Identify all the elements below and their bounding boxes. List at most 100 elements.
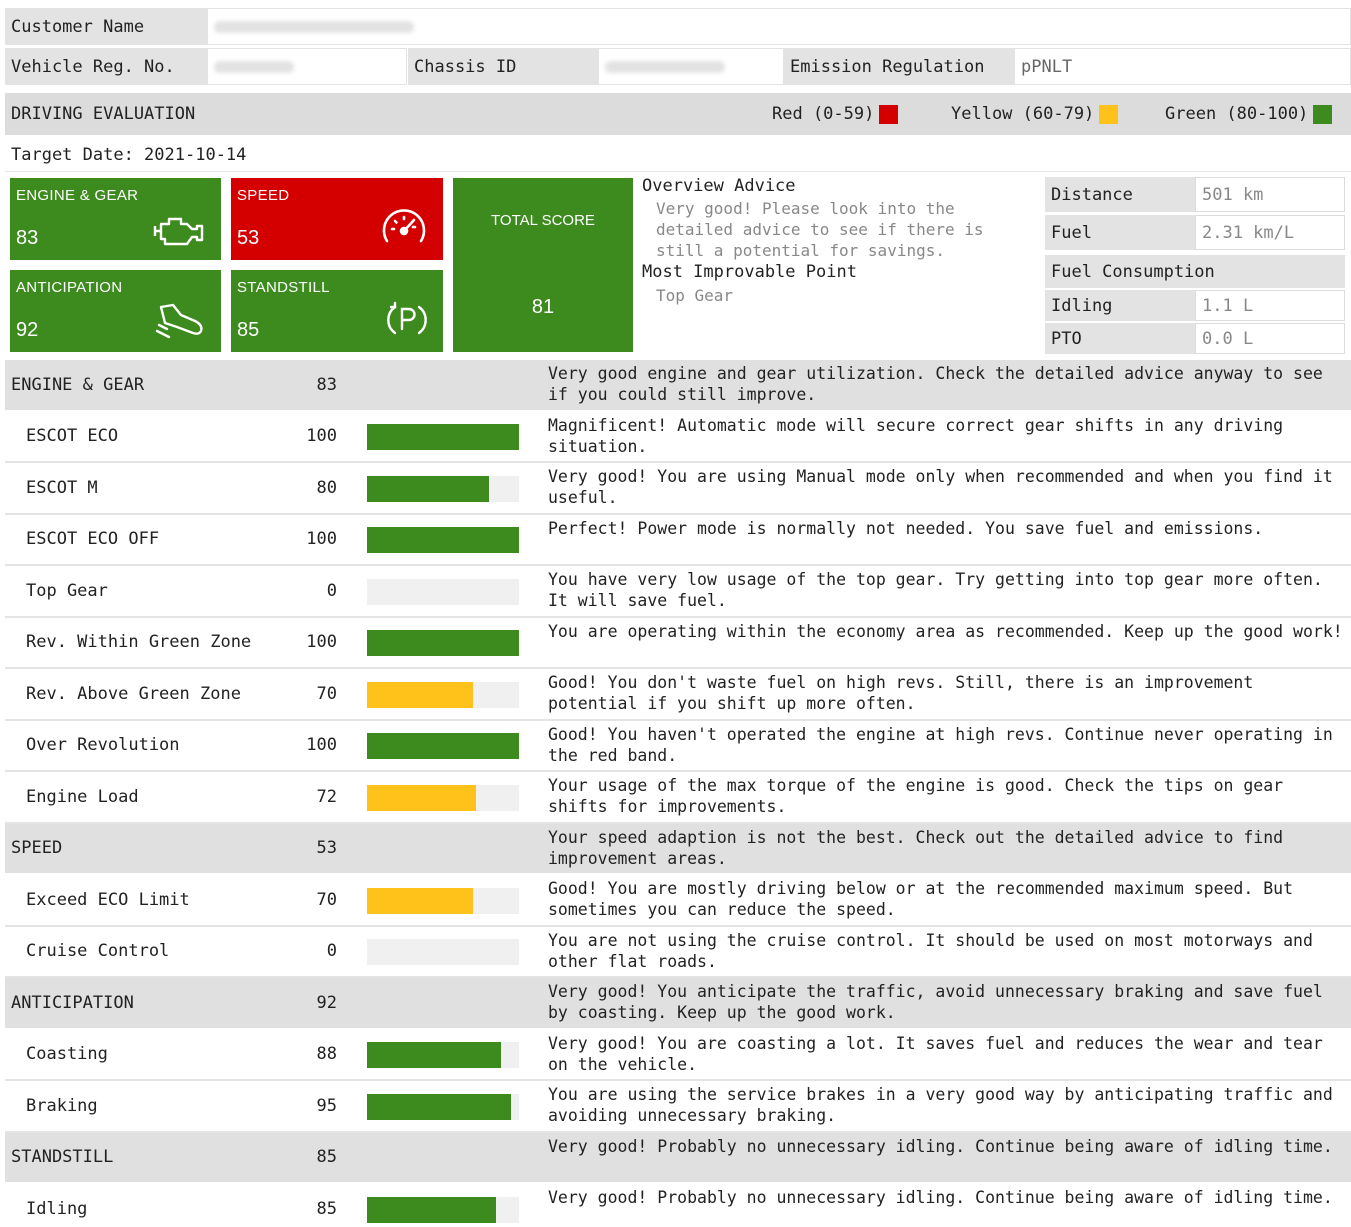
overview-advice-text: Very good! Please look into the detailed… [656, 199, 984, 260]
score-bar-fill [367, 1042, 501, 1069]
redacted-chassis-id [605, 60, 725, 73]
overview-advice-title: Overview Advice [642, 176, 796, 196]
row-score: 80 [316, 477, 337, 498]
tile-anticipation-label: ANTICIPATION [16, 279, 123, 296]
vehicle-reg-value [207, 48, 407, 85]
row-advice-text: Very good! You anticipate the traffic, a… [548, 982, 1323, 1022]
row-advice-text: Very good! Probably no unnecessary idlin… [548, 1136, 1333, 1156]
most-improvable-value: Top Gear [656, 286, 734, 305]
score-bar-fill [367, 1196, 496, 1223]
score-bar [367, 887, 519, 914]
tile-anticipation[interactable]: ANTICIPATION 92 [10, 270, 221, 352]
row-name: ANTICIPATION [11, 992, 134, 1013]
tile-engine-gear[interactable]: ENGINE & GEAR 83 [10, 178, 221, 260]
row-advice-text: Very good engine and gear utilization. C… [548, 364, 1323, 404]
redacted-customer-name [214, 20, 414, 33]
tile-standstill[interactable]: STANDSTILL 85 [231, 270, 443, 352]
score-bar-fill [367, 424, 519, 451]
detail-row: Braking 95 You are using the service brake… [5, 1081, 1351, 1133]
section-row: ANTICIPATION 92 Very good! You anticipate … [5, 978, 1351, 1030]
row-advice-text: Your usage of the max torque of the engi… [548, 776, 1284, 816]
row-name: ESCOT ECO [26, 426, 119, 447]
tile-speed[interactable]: SPEED 53 [231, 178, 443, 260]
row-score: 53 [316, 838, 337, 859]
score-bar [367, 1196, 519, 1223]
score-bar [367, 681, 519, 708]
score-bar [367, 527, 519, 554]
detail-row: Top Gear 0 You have very low usage of the … [5, 566, 1351, 618]
vehicle-reg-label: Vehicle Reg. No. [5, 48, 207, 85]
row-score: 100 [306, 632, 337, 653]
row-score: 95 [316, 1095, 337, 1116]
fuel-consumption-label: Fuel Consumption [1045, 255, 1345, 288]
legend-green-label: Green (80-100) [1165, 104, 1309, 124]
row-score: 70 [316, 889, 337, 910]
speedometer-icon [379, 207, 429, 252]
detail-row: Engine Load 72 Your usage of the max torqu… [5, 772, 1351, 824]
chassis-id-value [598, 48, 784, 85]
total-score-value: 81 [531, 296, 555, 318]
legend-red-label: Red (0-59) [772, 104, 875, 124]
detail-row: Rev. Within Green Zone 100 You are operati… [5, 618, 1351, 669]
row-advice-text: Perfect! Power mode is normally not need… [548, 518, 1264, 538]
row-score: 85 [316, 1147, 337, 1168]
row-advice-text: You are not using the cruise control. It… [548, 930, 1313, 971]
distance-value: 501 km [1195, 177, 1345, 212]
score-bar [367, 1093, 519, 1120]
most-improvable-title: Most Improvable Point [642, 262, 857, 282]
score-bar [367, 939, 519, 966]
row-name: Cruise Control [26, 941, 170, 962]
score-bar-fill [367, 630, 519, 657]
row-score: 72 [316, 786, 337, 807]
parking-icon [385, 299, 429, 344]
score-bar [367, 630, 519, 657]
score-bar [367, 578, 519, 605]
row-name: Top Gear [26, 580, 108, 601]
row-advice-text: Very good! You are using Manual mode onl… [548, 467, 1333, 507]
engine-icon [151, 213, 207, 252]
legend-green-swatch [1313, 104, 1333, 124]
idling-label: Idling [1045, 290, 1195, 321]
redacted-vehicle-reg [214, 60, 294, 73]
row-name: Over Revolution [26, 735, 180, 756]
customer-name-label: Customer Name [5, 8, 207, 45]
row-advice-text: Very good! Probably no unnecessary idlin… [548, 1188, 1333, 1207]
row-score: 92 [316, 992, 337, 1013]
score-bar [367, 475, 519, 502]
coasting-foot-icon [155, 301, 207, 344]
row-advice-text: You are using the service brakes in a ve… [548, 1085, 1333, 1125]
score-bar-fill [367, 733, 519, 760]
legend-red: Red (0-59) [772, 104, 899, 124]
total-score-label: TOTAL SCORE [491, 212, 595, 229]
legend-green: Green (80-100) [1165, 104, 1333, 124]
score-bar-fill [367, 784, 476, 811]
detail-row: Over Revolution 100 Good! You haven't oper… [5, 721, 1351, 772]
pto-label: PTO [1045, 323, 1195, 354]
tile-engine-gear-value: 83 [16, 227, 39, 249]
detail-row: ESCOT M 80 Very good! You are using Manual… [5, 463, 1351, 515]
tile-anticipation-value: 92 [16, 319, 39, 341]
tile-standstill-label: STANDSTILL [237, 279, 330, 296]
score-bar [367, 424, 519, 451]
legend-yellow-label: Yellow (60-79) [951, 104, 1095, 124]
row-name: Engine Load [26, 786, 139, 807]
section-row: ENGINE & GEAR 83 Very good engine and gear… [5, 360, 1351, 412]
section-row: SPEED 53 Your speed adaption is not the be… [5, 823, 1351, 875]
detail-row: Idling 85 Very good! Probably no unnecessa… [5, 1184, 1351, 1227]
row-advice-text: Very good! You are coasting a lot. It sa… [548, 1033, 1323, 1074]
row-score: 88 [316, 1044, 337, 1065]
emission-regulation-value: pPNLT [1014, 48, 1351, 85]
tile-total-score[interactable]: TOTAL SCORE 81 [453, 178, 633, 352]
idling-value: 1.1 L [1195, 290, 1345, 321]
detail-row: Exceed ECO Limit 70 Good! You are mostly d… [5, 875, 1351, 927]
score-bar-fill [367, 527, 519, 554]
row-score: 100 [306, 529, 337, 550]
row-name: ESCOT M [26, 477, 98, 498]
row-name: Coasting [26, 1044, 108, 1065]
tile-standstill-value: 85 [237, 319, 260, 341]
row-score: 0 [326, 941, 337, 962]
detail-row: Rev. Above Green Zone 70 Good! You don't w… [5, 669, 1351, 721]
detail-row: ESCOT ECO OFF 100 Perfect! Power mode is n… [5, 515, 1351, 566]
row-name: Rev. Above Green Zone [26, 683, 241, 704]
row-advice-text: Magnificent! Automatic mode will secure … [548, 415, 1284, 456]
